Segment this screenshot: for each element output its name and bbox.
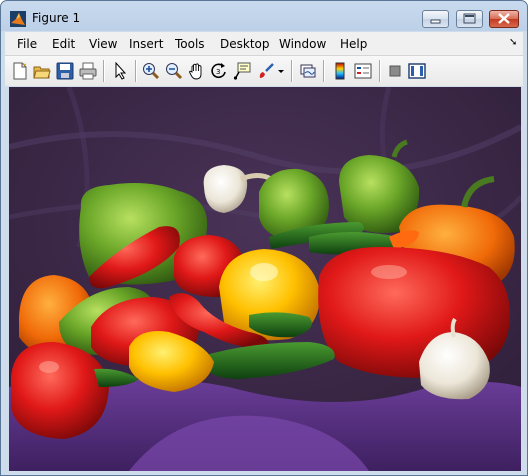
zoom-in-icon[interactable]	[142, 62, 160, 80]
link-plot-icon[interactable]	[299, 62, 317, 80]
menu-window[interactable]: Window	[279, 37, 326, 51]
toolbar-separator	[379, 60, 381, 82]
hide-plot-tools-icon[interactable]	[386, 62, 404, 80]
toolbar-separator	[291, 60, 293, 82]
pan-icon[interactable]	[188, 62, 206, 80]
rotate-3d-icon[interactable]: 3	[210, 62, 228, 80]
figure-window: Figure 1 File Edit View Insert Tools Des…	[0, 0, 528, 476]
close-button[interactable]	[489, 10, 519, 28]
print-icon[interactable]	[79, 62, 97, 80]
menu-bar: File Edit View Insert Tools Desktop Wind…	[5, 32, 523, 55]
matlab-logo-icon	[10, 11, 26, 27]
brush-icon[interactable]	[257, 62, 275, 80]
maximize-button[interactable]	[456, 10, 483, 28]
figure-axes-image[interactable]	[9, 87, 521, 471]
brush-dropdown-icon[interactable]	[277, 62, 285, 80]
toolbar-separator	[323, 60, 325, 82]
save-icon[interactable]	[56, 62, 74, 80]
zoom-out-icon[interactable]	[165, 62, 183, 80]
toolbar-separator	[103, 60, 105, 82]
data-cursor-icon[interactable]	[233, 62, 251, 80]
svg-text:3: 3	[216, 68, 220, 76]
colorbar-icon[interactable]	[331, 62, 349, 80]
menu-edit[interactable]: Edit	[52, 37, 75, 51]
pointer-icon[interactable]	[111, 62, 129, 80]
maximize-icon	[463, 13, 476, 24]
window-title: Figure 1	[32, 11, 81, 25]
peppers-photo	[9, 87, 521, 471]
dock-arrow-icon[interactable]: ➘	[509, 37, 517, 48]
menu-file[interactable]: File	[17, 37, 37, 51]
figure-toolbar: 3	[5, 55, 523, 86]
close-icon	[498, 13, 510, 24]
minimize-button[interactable]	[422, 10, 449, 28]
menu-help[interactable]: Help	[340, 37, 367, 51]
menu-view[interactable]: View	[89, 37, 117, 51]
menu-tools[interactable]: Tools	[175, 37, 205, 51]
show-plot-tools-icon[interactable]	[408, 62, 426, 80]
open-file-icon[interactable]	[33, 62, 51, 80]
title-bar[interactable]: Figure 1	[1, 1, 527, 32]
menu-desktop[interactable]: Desktop	[220, 37, 270, 51]
menu-insert[interactable]: Insert	[129, 37, 163, 51]
legend-icon[interactable]	[354, 62, 372, 80]
new-figure-icon[interactable]	[11, 62, 29, 80]
toolbar-separator	[135, 60, 137, 82]
minimize-icon	[430, 19, 441, 24]
